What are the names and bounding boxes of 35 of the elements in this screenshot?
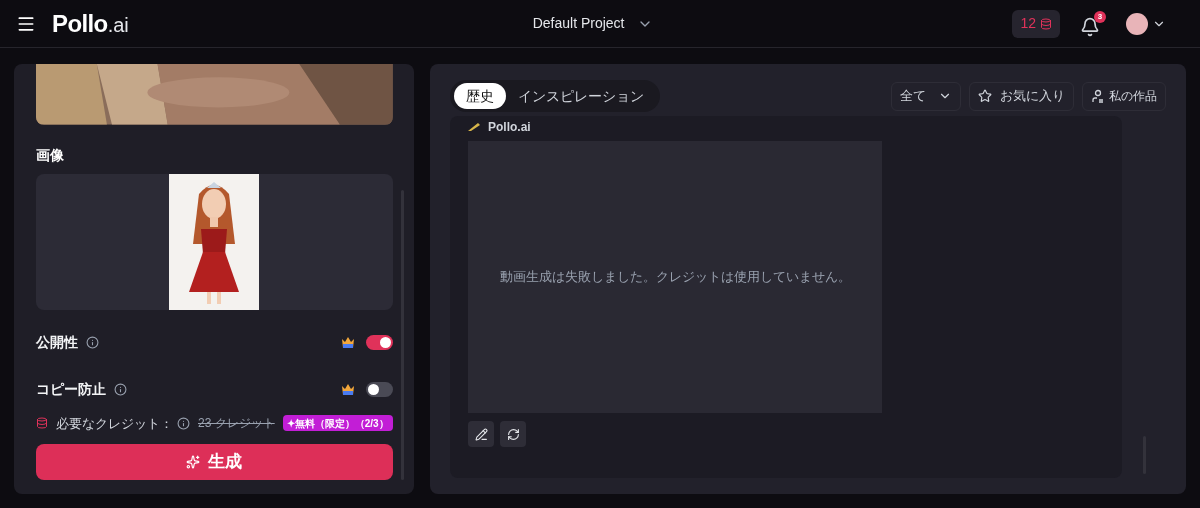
toggle-switch[interactable] xyxy=(365,334,393,350)
source-label: Pollo.ai xyxy=(488,119,531,136)
sparkle-icon xyxy=(186,455,201,469)
bell-icon xyxy=(1080,16,1100,37)
edit-button[interactable] xyxy=(468,421,494,447)
avatar[interactable] xyxy=(1126,12,1148,35)
tab[interactable]: 歴史 xyxy=(454,83,506,109)
my-works-button[interactable]: 私の作品 xyxy=(1082,81,1166,111)
refresh-icon xyxy=(506,427,520,441)
generate-button[interactable]: 生成 xyxy=(36,444,393,480)
notification-button[interactable]: 3 xyxy=(1080,10,1106,37)
regenerate-button[interactable] xyxy=(500,421,526,447)
coins-icon xyxy=(36,417,48,430)
favorites-button[interactable]: お気に入り xyxy=(969,81,1074,111)
free-badge: ✦無料（限定）（2/3） xyxy=(282,415,393,432)
filter-dropdown[interactable]: 全て xyxy=(891,81,961,111)
info-icon[interactable] xyxy=(114,382,127,396)
info-icon[interactable] xyxy=(86,335,99,349)
star-icon xyxy=(978,89,992,103)
coins-icon xyxy=(1040,17,1052,30)
original-credits: 23 クレジット xyxy=(198,415,275,433)
error-message: 動画生成は失敗しました。クレジットは使用していません。 xyxy=(499,268,851,287)
info-icon[interactable] xyxy=(177,416,190,430)
logo-icon xyxy=(468,122,480,132)
pencil-icon xyxy=(474,427,488,441)
notification-badge: 3 xyxy=(1094,10,1106,23)
image-label: 画像 xyxy=(36,145,65,165)
setting-label: 公開性 xyxy=(36,332,78,352)
tab[interactable]: インスピレーション xyxy=(506,83,656,109)
toggle-switch[interactable] xyxy=(365,381,393,397)
credits-required-label: 必要なクレジット： xyxy=(56,414,173,433)
logo[interactable]: Pollo.ai xyxy=(52,5,129,42)
setting-label: コピー防止 xyxy=(36,379,106,399)
user-icon xyxy=(1091,89,1105,103)
project-selector[interactable]: Default Project xyxy=(532,13,653,34)
